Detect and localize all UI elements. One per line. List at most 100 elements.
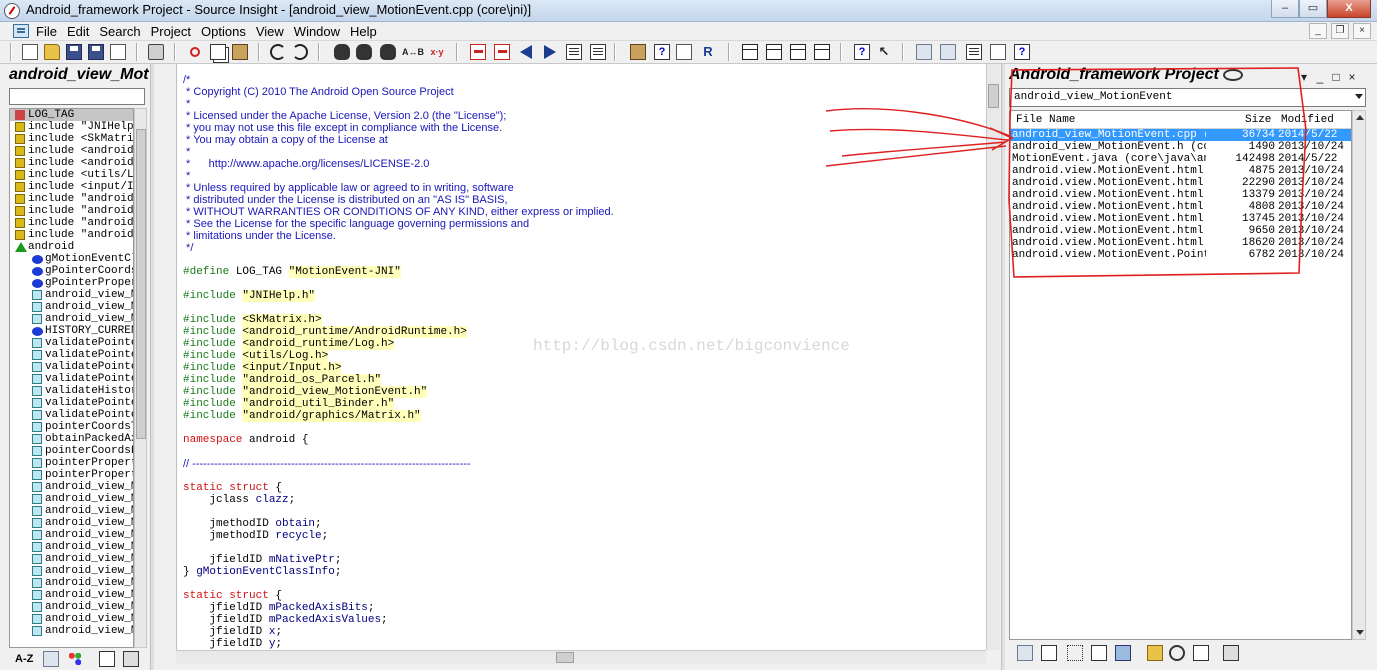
code-line[interactable]	[183, 446, 614, 458]
close-file-icon[interactable]	[110, 44, 126, 60]
code-line[interactable]: jfieldID mPackedAxisBits;	[183, 602, 614, 614]
redo-icon[interactable]	[292, 44, 308, 60]
symbol-item[interactable]: pointerCoordsToNative	[10, 421, 133, 433]
code-line[interactable]: #include <input/Input.h>	[183, 362, 614, 374]
paste-icon[interactable]	[232, 44, 248, 60]
file-row[interactable]: android.view.MotionEvent.html (d 4875 2013…	[1010, 165, 1351, 177]
symbol-list[interactable]: LOG_TAGinclude "JNIHelp.h"include <SkMat…	[9, 108, 134, 648]
symbol-filter-input[interactable]	[9, 88, 145, 105]
undo-icon[interactable]	[270, 44, 286, 60]
symbol-list-view-icon[interactable]	[1041, 645, 1057, 661]
save-icon[interactable]	[66, 44, 82, 60]
symbol-item[interactable]: validatePointerCoords	[10, 361, 133, 373]
code-line[interactable]: * http://www.apache.org/licenses/LICENSE…	[183, 158, 614, 170]
symbol-info-icon[interactable]: ?	[654, 44, 670, 60]
title-bar[interactable]: Android_framework Project - Source Insig…	[0, 0, 1377, 22]
panel-restore-button[interactable]: □	[1328, 70, 1344, 84]
sync-icon[interactable]	[1169, 645, 1185, 661]
symbol-item[interactable]: obtainPackedAxisValues	[10, 433, 133, 445]
toggle-context-window-icon[interactable]	[990, 44, 1006, 60]
menu-search[interactable]: Search	[99, 22, 140, 41]
code-line[interactable]: // -------------------------------------…	[183, 458, 614, 470]
book-icon[interactable]	[99, 651, 115, 667]
symbol-item[interactable]: android_view_MotionEvent	[10, 589, 133, 601]
symbol-item[interactable]: android_view_MotionEvent	[10, 613, 133, 625]
symbol-item[interactable]: pointerPropertiesToNative	[10, 457, 133, 469]
symbol-item[interactable]: android_view_MotionEvent	[10, 625, 133, 637]
symbol-item[interactable]: android_view_MotionEvent	[10, 529, 133, 541]
symbol-item[interactable]: android_view_MotionEvent	[10, 493, 133, 505]
code-line[interactable]	[183, 506, 614, 518]
file-row[interactable]: android_view_MotionEvent.h (core 1490 2013…	[1010, 141, 1351, 153]
file-row[interactable]: android.view.MotionEvent.html (d 13745 201…	[1010, 213, 1351, 225]
symbol-item[interactable]: android_view_MotionEvent	[10, 553, 133, 565]
sort-alpha-icon[interactable]: A-Z	[15, 651, 37, 667]
symbol-item[interactable]: android_view_MotionEvent	[10, 565, 133, 577]
symbol-item[interactable]: validatePointerIndex	[10, 349, 133, 361]
code-line[interactable]: *	[183, 98, 614, 110]
code-line[interactable]: #include "android_view_MotionEvent.h"	[183, 386, 614, 398]
symbol-item[interactable]: pointerCoordsFromNative	[10, 445, 133, 457]
symbol-item[interactable]: validatePointerProps	[10, 373, 133, 385]
code-line[interactable]	[183, 254, 614, 266]
tile-window-icon[interactable]	[742, 44, 758, 60]
code-line[interactable]: jmethodID recycle;	[183, 530, 614, 542]
symbol-item[interactable]: include <android_runtime>	[10, 157, 133, 169]
mdi-minimize-button[interactable]: _	[1309, 23, 1327, 39]
menu-edit[interactable]: Edit	[67, 22, 89, 41]
symbol-item[interactable]: gPointerPropertiesClassInfo	[10, 277, 133, 289]
go-back-icon[interactable]	[520, 45, 532, 59]
mdi-close-button[interactable]: ×	[1353, 23, 1371, 39]
symbol-item[interactable]: include "android_util"	[10, 217, 133, 229]
symbol-item[interactable]: include <android_runtime>	[10, 145, 133, 157]
go-forward-icon[interactable]	[544, 45, 556, 59]
symbol-item[interactable]: android_view_MotionEvent	[10, 301, 133, 313]
chevron-down-icon[interactable]	[1355, 94, 1363, 99]
file-row[interactable]: android.view.MotionEvent.html (d 4808 2013…	[1010, 201, 1351, 213]
panel-close-button[interactable]: ×	[1344, 70, 1360, 84]
print-icon[interactable]	[148, 44, 164, 60]
toggle-relation-window-icon[interactable]	[966, 44, 982, 60]
symbol-item[interactable]: include "android_view"	[10, 205, 133, 217]
file-list-icon[interactable]	[1193, 645, 1209, 661]
lookup-references-icon[interactable]	[630, 44, 646, 60]
horizontal-split-icon[interactable]	[790, 44, 806, 60]
symbol-item[interactable]: include <input/Input.h>	[10, 181, 133, 193]
toggle-clip-window-icon[interactable]: ?	[1014, 44, 1030, 60]
file-row[interactable]: android.view.MotionEvent.html (d 13379 201…	[1010, 189, 1351, 201]
editor-horizontal-scrollbar[interactable]	[176, 650, 986, 664]
symbol-item[interactable]: android_view_MotionEvent	[10, 577, 133, 589]
code-line[interactable]: #include "android/graphics/Matrix.h"	[183, 410, 614, 422]
code-line[interactable]: jfieldID y;	[183, 638, 614, 650]
book-icon[interactable]	[1091, 645, 1107, 661]
code-line[interactable]: static struct {	[183, 590, 614, 602]
code-line[interactable]: * limitations under the License.	[183, 230, 614, 242]
symbol-item[interactable]: gPointerCoordsClassInfo	[10, 265, 133, 277]
replace-icon[interactable]: A↔B	[402, 44, 424, 60]
code-line[interactable]: #include "JNIHelp.h"	[183, 290, 614, 302]
symbol-item[interactable]: android_view_MotionEvent	[10, 541, 133, 553]
code-line[interactable]: #define LOG_TAG "MotionEvent-JNI"	[183, 266, 614, 278]
symbol-item[interactable]: validatePointerIds	[10, 397, 133, 409]
code-line[interactable]: /*	[183, 74, 614, 86]
scrollbar-thumb[interactable]	[556, 652, 574, 663]
symbol-item[interactable]: gMotionEventClassInfo	[10, 253, 133, 265]
symbol-list-scrollbar[interactable]	[134, 108, 147, 648]
file-row[interactable]: android.view.MotionEvent.html (d 22290 201…	[1010, 177, 1351, 189]
code-line[interactable]	[183, 470, 614, 482]
find-icon[interactable]	[334, 44, 350, 60]
toggle-symbol-window-icon[interactable]	[916, 44, 932, 60]
symbol-item[interactable]: validatePointerCoordsObj	[10, 409, 133, 421]
context-help-icon[interactable]: ↖	[876, 44, 892, 60]
symbol-item[interactable]: android_view_MotionEvent	[10, 505, 133, 517]
code-line[interactable]: jfieldID mNativePtr;	[183, 554, 614, 566]
split-window-icon[interactable]	[766, 44, 782, 60]
new-file-icon[interactable]	[22, 44, 38, 60]
code-line[interactable]: jmethodID obtain;	[183, 518, 614, 530]
code-line[interactable]: * WITHOUT WARRANTIES OR CONDITIONS OF AN…	[183, 206, 614, 218]
code-line[interactable]: * Copyright (C) 2010 The Android Open So…	[183, 86, 614, 98]
code-line[interactable]: jclass clazz;	[183, 494, 614, 506]
column-size[interactable]: Size	[1245, 111, 1271, 129]
symbol-item[interactable]: android	[10, 241, 133, 253]
scrollbar-thumb[interactable]	[988, 84, 999, 108]
